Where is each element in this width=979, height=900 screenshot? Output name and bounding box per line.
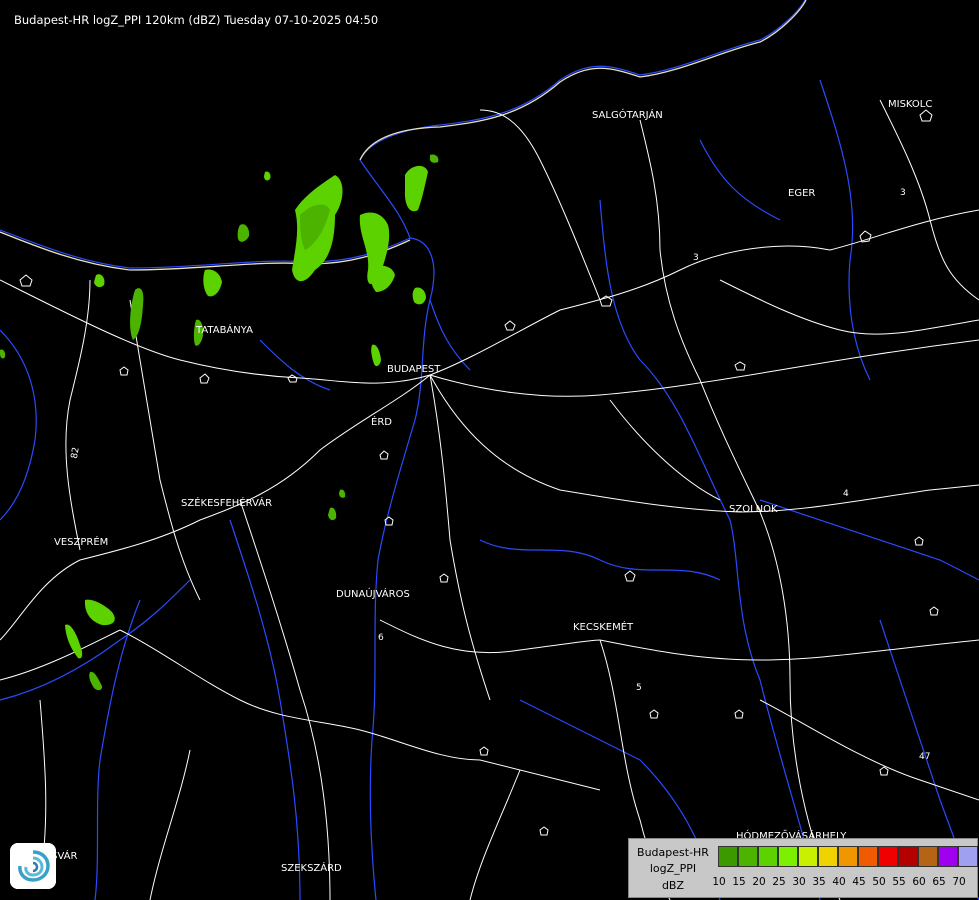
legend-swatch	[938, 846, 958, 867]
road-number: 6	[378, 633, 384, 643]
city-label-tatabanya: TATABÁNYA	[196, 325, 253, 336]
legend-product-name: logZ_PPI	[649, 862, 697, 875]
legend-tick-label: 40	[832, 876, 846, 888]
legend-tick-label: 50	[872, 876, 886, 888]
city-label-dunaujvaros: DUNAÚJVÁROS	[336, 589, 410, 600]
legend-swatch	[918, 846, 938, 867]
reflectivity-legend: Budapest-HR logZ_PPI dBZ 10 15 20 25 30 35 40 4…	[628, 838, 978, 898]
city-label-eger: EGER	[788, 188, 816, 199]
city-label-miskolc: MISKOLC	[888, 99, 933, 110]
legend-tick-label: 55	[892, 876, 906, 888]
legend-unit: dBZ	[661, 879, 685, 892]
city-label-kecskemet: KECSKEMÉT	[573, 622, 634, 633]
legend-tick-labels: 10 15 20 25 30 35 40 45 50 55 60 65 70	[709, 876, 979, 890]
legend-tick-label: 10	[712, 876, 726, 888]
road-number: 5	[636, 683, 642, 693]
legend-tick-label: 20	[752, 876, 766, 888]
legend-swatch	[718, 846, 738, 867]
road-number: 4	[843, 489, 849, 499]
legend-tick-label: 70	[952, 876, 966, 888]
legend-swatch	[858, 846, 878, 867]
city-label-salgotarjan: SALGÓTARJÁN	[592, 110, 663, 121]
met-service-swirl-icon	[10, 843, 56, 889]
legend-tick-label: 60	[912, 876, 926, 888]
city-label-szekszard: SZEKSZÁRD	[281, 863, 342, 874]
legend-swatch	[898, 846, 918, 867]
city-label-veszprem: VESZPRÉM	[54, 537, 109, 548]
radar-map	[0, 0, 979, 900]
city-label-szolnok: SZOLNOK	[729, 504, 778, 515]
legend-swatch	[798, 846, 818, 867]
road-number: 47	[919, 752, 931, 762]
legend-radar-name: Budapest-HR	[637, 846, 709, 859]
legend-swatch	[738, 846, 758, 867]
legend-tick-label: 30	[792, 876, 806, 888]
road-number: 82	[69, 446, 82, 460]
map-title: Budapest-HR logZ_PPI 120km (dBZ) Tuesday…	[14, 13, 379, 27]
legend-swatch	[818, 846, 838, 867]
city-label-budapest: BUDAPEST	[387, 364, 441, 375]
legend-swatch	[838, 846, 858, 867]
met-service-logo	[10, 843, 56, 889]
legend-color-scale	[718, 846, 978, 867]
legend-swatch	[758, 846, 778, 867]
road-number: 3	[693, 253, 699, 263]
legend-swatch	[778, 846, 798, 867]
legend-tick-label: 15	[732, 876, 746, 888]
legend-tick-label: 65	[932, 876, 946, 888]
legend-tick-label: 45	[852, 876, 866, 888]
legend-tick-label: 25	[772, 876, 786, 888]
city-label-erd: ÉRD	[371, 417, 392, 428]
legend-swatch	[878, 846, 898, 867]
legend-tick-label: 35	[812, 876, 826, 888]
legend-swatch	[958, 846, 978, 867]
road-number: 3	[900, 188, 906, 198]
city-label-szekesfehervar: SZÉKESFEHÉRVÁR	[181, 498, 273, 509]
